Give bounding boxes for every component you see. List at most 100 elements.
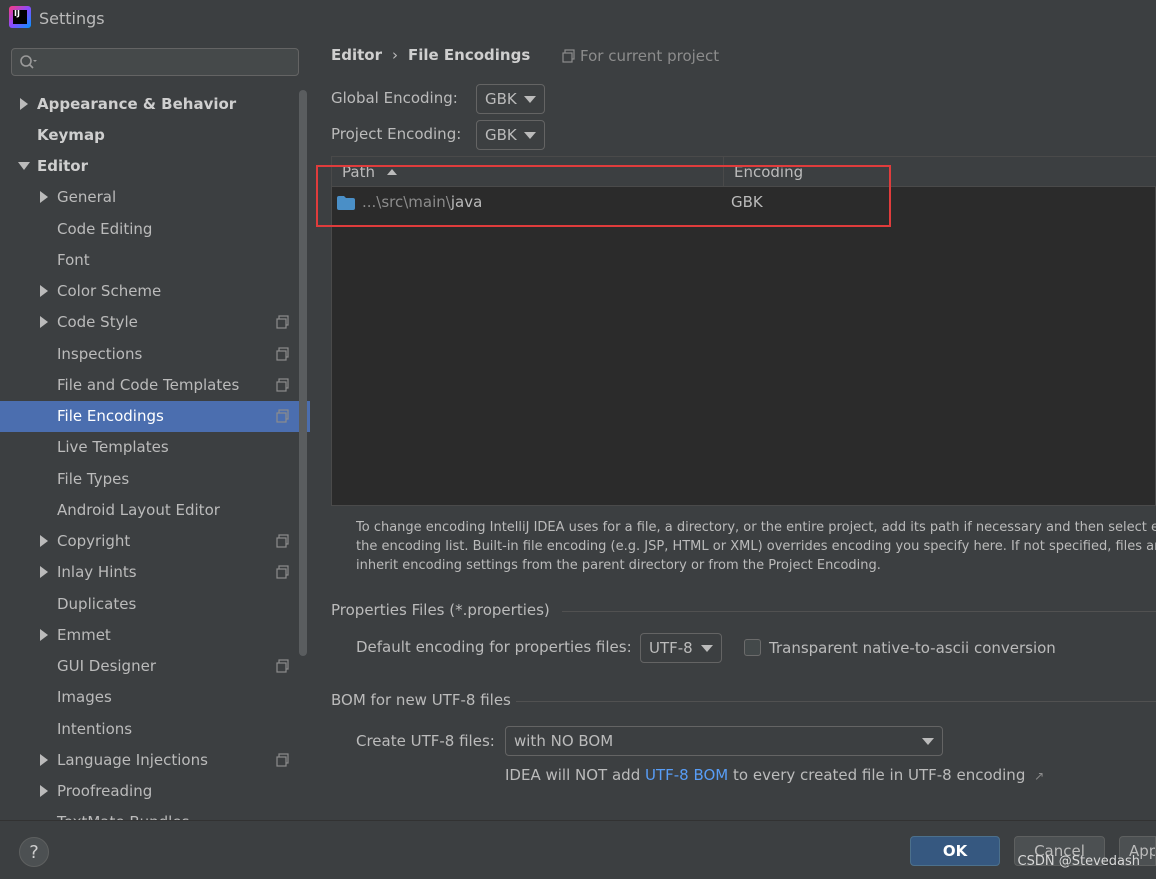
global-encoding-label: Global Encoding: xyxy=(331,89,458,107)
sidebar-item-file-encodings[interactable]: File Encodings xyxy=(0,400,310,432)
sidebar-item-duplicates[interactable]: Duplicates xyxy=(0,588,310,619)
scope-note: For current project xyxy=(562,47,719,65)
expand-right-icon[interactable] xyxy=(38,784,50,798)
create-utf8-value: with NO BOM xyxy=(514,732,614,750)
sidebar-item-label: File Types xyxy=(57,469,130,488)
sidebar-item-images[interactable]: Images xyxy=(0,682,310,713)
sidebar-item-label: Images xyxy=(57,688,112,707)
expand-down-icon[interactable] xyxy=(18,159,30,173)
sidebar-item-emmet[interactable]: Emmet xyxy=(0,619,310,650)
expand-right-icon[interactable] xyxy=(38,284,50,298)
sidebar-item-label: Android Layout Editor xyxy=(57,500,220,519)
sidebar-item-label: Language Injections xyxy=(57,750,208,769)
sidebar-item-android-layout-editor[interactable]: Android Layout Editor xyxy=(0,494,310,525)
bom-section-title: BOM for new UTF-8 files xyxy=(331,691,511,709)
title-bar: IJ Settings xyxy=(0,0,1156,38)
project-scope-icon xyxy=(562,49,575,63)
sidebar-item-label: Emmet xyxy=(57,625,111,644)
sidebar-item-inspections[interactable]: Inspections xyxy=(0,338,310,369)
annotation-highlight-box xyxy=(316,165,891,227)
breadcrumb-separator: › xyxy=(392,46,398,64)
global-encoding-value: GBK xyxy=(485,90,517,108)
intellij-logo-icon: IJ xyxy=(9,6,31,28)
sidebar-item-font[interactable]: Font xyxy=(0,244,310,275)
sidebar-item-label: Font xyxy=(57,250,90,269)
expand-right-icon[interactable] xyxy=(38,190,50,204)
expand-right-icon[interactable] xyxy=(38,753,50,767)
help-line: the encoding list. Built-in file encodin… xyxy=(356,539,1156,554)
window-title: Settings xyxy=(39,9,105,28)
properties-encoding-value: UTF-8 xyxy=(649,639,693,657)
chevron-down-icon xyxy=(524,132,536,139)
breadcrumb-current: File Encodings xyxy=(408,46,531,64)
sidebar-item-language-injections[interactable]: Language Injections xyxy=(0,744,310,775)
watermark: CSDN @Stevedash xyxy=(1017,854,1140,869)
sidebar-item-label: Intentions xyxy=(57,719,133,738)
transparent-ascii-checkbox[interactable] xyxy=(744,639,761,656)
expand-right-icon[interactable] xyxy=(38,628,50,642)
sidebar-item-label: File and Code Templates xyxy=(57,375,240,394)
sidebar-item-intentions[interactable]: Intentions xyxy=(0,713,310,744)
transparent-ascii-label[interactable]: Transparent native-to-ascii conversion xyxy=(769,639,1056,657)
breadcrumb-parent[interactable]: Editor xyxy=(331,46,382,64)
help-text: To change encoding IntelliJ IDEA uses fo… xyxy=(356,518,1156,575)
settings-search-input[interactable] xyxy=(11,48,299,76)
sidebar-item-appearance-behavior[interactable]: Appearance & Behavior xyxy=(0,88,310,119)
section-divider xyxy=(562,611,1156,612)
sidebar-item-file-types[interactable]: File Types xyxy=(0,463,310,494)
help-line: To change encoding IntelliJ IDEA uses fo… xyxy=(356,520,1156,535)
sidebar-item-proofreading[interactable]: Proofreading xyxy=(0,776,310,807)
sidebar-item-label: Code Style xyxy=(57,313,138,332)
settings-sidebar: Appearance & Behavior Keymap Editor General… xyxy=(0,38,310,831)
global-encoding-select[interactable]: GBK xyxy=(476,84,545,114)
project-scope-icon xyxy=(276,753,290,767)
sidebar-item-label: General xyxy=(57,188,117,207)
project-encoding-select[interactable]: GBK xyxy=(476,120,545,150)
project-scope-icon xyxy=(276,315,290,329)
expand-right-icon[interactable] xyxy=(38,534,50,548)
chevron-down-icon xyxy=(701,645,713,652)
sidebar-item-label: Inspections xyxy=(57,344,143,363)
sidebar-item-code-editing[interactable]: Code Editing xyxy=(0,213,310,244)
sidebar-item-inlay-hints[interactable]: Inlay Hints xyxy=(0,557,310,588)
bom-note: IDEA will NOT add UTF-8 BOM to every cre… xyxy=(505,766,1045,784)
settings-main-panel: Editor › File Encodings For current proj… xyxy=(310,38,1156,820)
project-scope-icon xyxy=(276,409,290,423)
scope-note-text: For current project xyxy=(580,47,720,65)
sidebar-item-general[interactable]: General xyxy=(0,182,310,213)
project-scope-icon xyxy=(276,565,290,579)
expand-right-icon[interactable] xyxy=(18,97,30,111)
sidebar-item-keymap[interactable]: Keymap xyxy=(0,119,310,150)
sidebar-item-label: Color Scheme xyxy=(57,282,162,300)
sidebar-item-code-style[interactable]: Code Style xyxy=(0,307,310,338)
search-icon xyxy=(20,55,37,69)
expand-right-icon[interactable] xyxy=(38,315,50,329)
sidebar-item-label: Appearance & Behavior xyxy=(37,94,237,113)
sidebar-item-label: Keymap xyxy=(37,125,105,144)
sidebar-item-label: Live Templates xyxy=(57,438,169,457)
sidebar-item-copyright[interactable]: Copyright xyxy=(0,526,310,557)
sidebar-item-label: Code Editing xyxy=(57,219,153,238)
sidebar-item-color-scheme[interactable]: Color Scheme xyxy=(0,276,310,307)
help-button[interactable]: ? xyxy=(19,837,49,867)
section-divider xyxy=(516,701,1156,702)
sidebar-item-editor[interactable]: Editor xyxy=(0,151,310,182)
sidebar-item-label: Copyright xyxy=(57,532,131,550)
ok-button[interactable]: OK xyxy=(910,836,1000,866)
dialog-button-bar: ? OK Cancel Apply CSDN @Stevedash xyxy=(0,820,1156,879)
properties-default-label: Default encoding for properties files: xyxy=(356,638,632,656)
sidebar-item-file-and-code-templates[interactable]: File and Code Templates xyxy=(0,369,310,400)
sidebar-item-live-templates[interactable]: Live Templates xyxy=(0,432,310,463)
properties-encoding-select[interactable]: UTF-8 xyxy=(640,633,722,663)
chevron-down-icon xyxy=(524,96,536,103)
sidebar-item-label: Editor xyxy=(37,157,88,175)
expand-right-icon[interactable] xyxy=(38,565,50,579)
project-scope-icon xyxy=(276,378,290,392)
create-utf8-label: Create UTF-8 files: xyxy=(356,732,495,750)
project-encoding-label: Project Encoding: xyxy=(331,125,462,143)
utf8-bom-link[interactable]: UTF-8 BOM xyxy=(645,766,728,784)
sidebar-scrollbar[interactable] xyxy=(299,90,307,656)
create-utf8-select[interactable]: with NO BOM xyxy=(505,726,943,756)
project-scope-icon xyxy=(276,659,290,673)
sidebar-item-gui-designer[interactable]: GUI Designer xyxy=(0,651,310,682)
